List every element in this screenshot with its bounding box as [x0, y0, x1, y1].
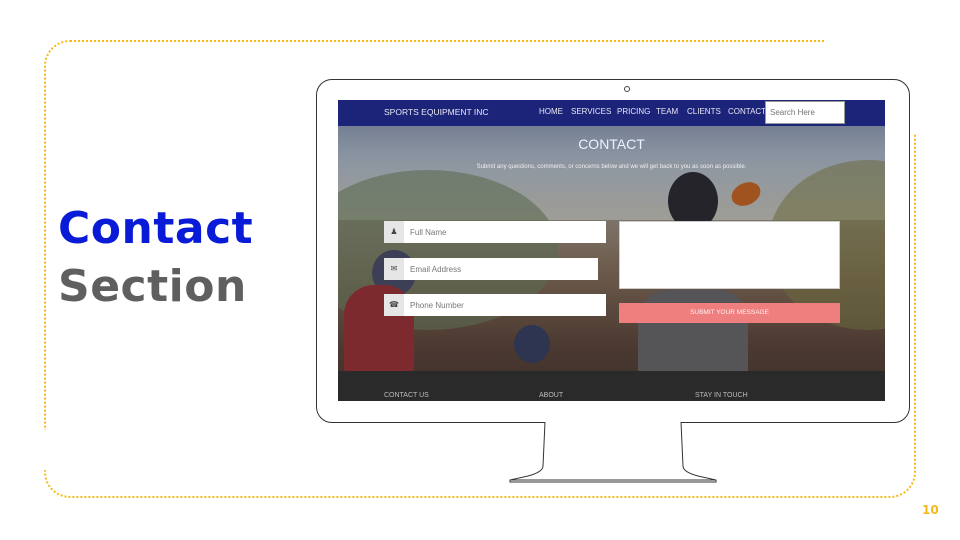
contact-heading: CONTACT: [578, 136, 645, 152]
helmet-center: [514, 325, 550, 363]
nav-home[interactable]: HOME: [539, 107, 563, 116]
submit-button[interactable]: SUBMIT YOUR MESSAGE: [619, 303, 840, 323]
full-name-placeholder: Full Name: [410, 228, 447, 237]
site-footer: CONTACT US ABOUT STAY IN TOUCH: [338, 371, 885, 401]
phone-placeholder: Phone Number: [410, 301, 464, 310]
envelope-icon: ✉: [384, 258, 404, 280]
nav-contact[interactable]: CONTACT: [728, 107, 766, 116]
slide-title: Contact Section: [58, 200, 253, 316]
slide-title-line2: Section: [58, 261, 247, 312]
frame-gap-bottom-left: [30, 430, 90, 470]
monitor-stand: [509, 421, 717, 483]
website-screenshot: SPORTS EQUIPMENT INC HOME SERVICES PRICI…: [338, 100, 885, 401]
slide-title-line1: Contact: [58, 203, 254, 254]
message-textarea[interactable]: [619, 221, 840, 289]
nav-clients[interactable]: CLIENTS: [687, 107, 721, 116]
phone-icon: ☎: [384, 294, 404, 316]
contact-subtext: Submit any questions, comments, or conce…: [476, 164, 747, 170]
page-number: 10: [922, 503, 939, 517]
footer-about[interactable]: ABOUT: [539, 392, 563, 399]
footer-contact-us[interactable]: CONTACT US: [384, 392, 429, 399]
nav-pricing[interactable]: PRICING: [617, 107, 650, 116]
email-placeholder: Email Address: [410, 265, 462, 274]
user-icon: ♟: [384, 221, 404, 243]
full-name-field[interactable]: ♟ Full Name: [384, 221, 606, 243]
phone-field[interactable]: ☎ Phone Number: [384, 294, 606, 316]
camera-icon: [624, 86, 630, 92]
site-brand[interactable]: SPORTS EQUIPMENT INC: [384, 107, 489, 117]
email-field[interactable]: ✉ Email Address: [384, 258, 598, 280]
footer-stay-in-touch[interactable]: STAY IN TOUCH: [695, 392, 748, 399]
site-navbar: SPORTS EQUIPMENT INC HOME SERVICES PRICI…: [338, 100, 885, 126]
nav-services[interactable]: SERVICES: [571, 107, 611, 116]
search-input[interactable]: [765, 101, 845, 124]
nav-team[interactable]: TEAM: [656, 107, 678, 116]
